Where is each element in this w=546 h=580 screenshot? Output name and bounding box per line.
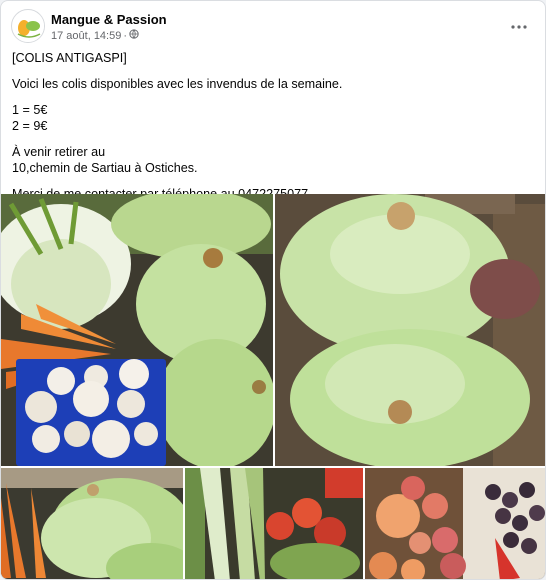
page-avatar[interactable] [11,9,45,43]
globe-icon [129,29,139,42]
avatar-logo [13,11,44,42]
photo-lettuce-heads[interactable] [275,194,545,466]
post-line: [COLIS ANTIGASPI] [12,51,127,65]
photo-carrots-lettuce[interactable] [1,468,183,579]
meta-separator: · [123,29,128,42]
post-meta: 17 août, 14:59 · [51,29,139,42]
post-header: Mangue & Passion 17 août, 14:59 · [11,9,535,49]
post-body: [COLIS ANTIGASPI] Voici les colis dispon… [12,50,531,212]
photo-leeks-tomatoes[interactable] [185,468,363,579]
post-date[interactable]: 17 août, 14:59 [51,30,121,42]
post-card: Mangue & Passion 17 août, 14:59 · [COLIS… [0,0,546,580]
page-name[interactable]: Mangue & Passion [51,12,167,27]
ellipsis-icon [511,25,527,29]
post-line: Voici les colis disponibles avec les inv… [12,77,343,91]
post-line: À venir retirer au 10,chemin de Sartiau à… [12,145,198,175]
more-options-button[interactable] [507,15,531,39]
post-line: 1 = 5€ 2 = 9€ [12,103,48,133]
photo-peaches-grapes[interactable] [365,468,545,579]
photo-fennel-carrots-lettuce-mushrooms[interactable] [1,194,273,466]
photo-grid [1,194,545,579]
